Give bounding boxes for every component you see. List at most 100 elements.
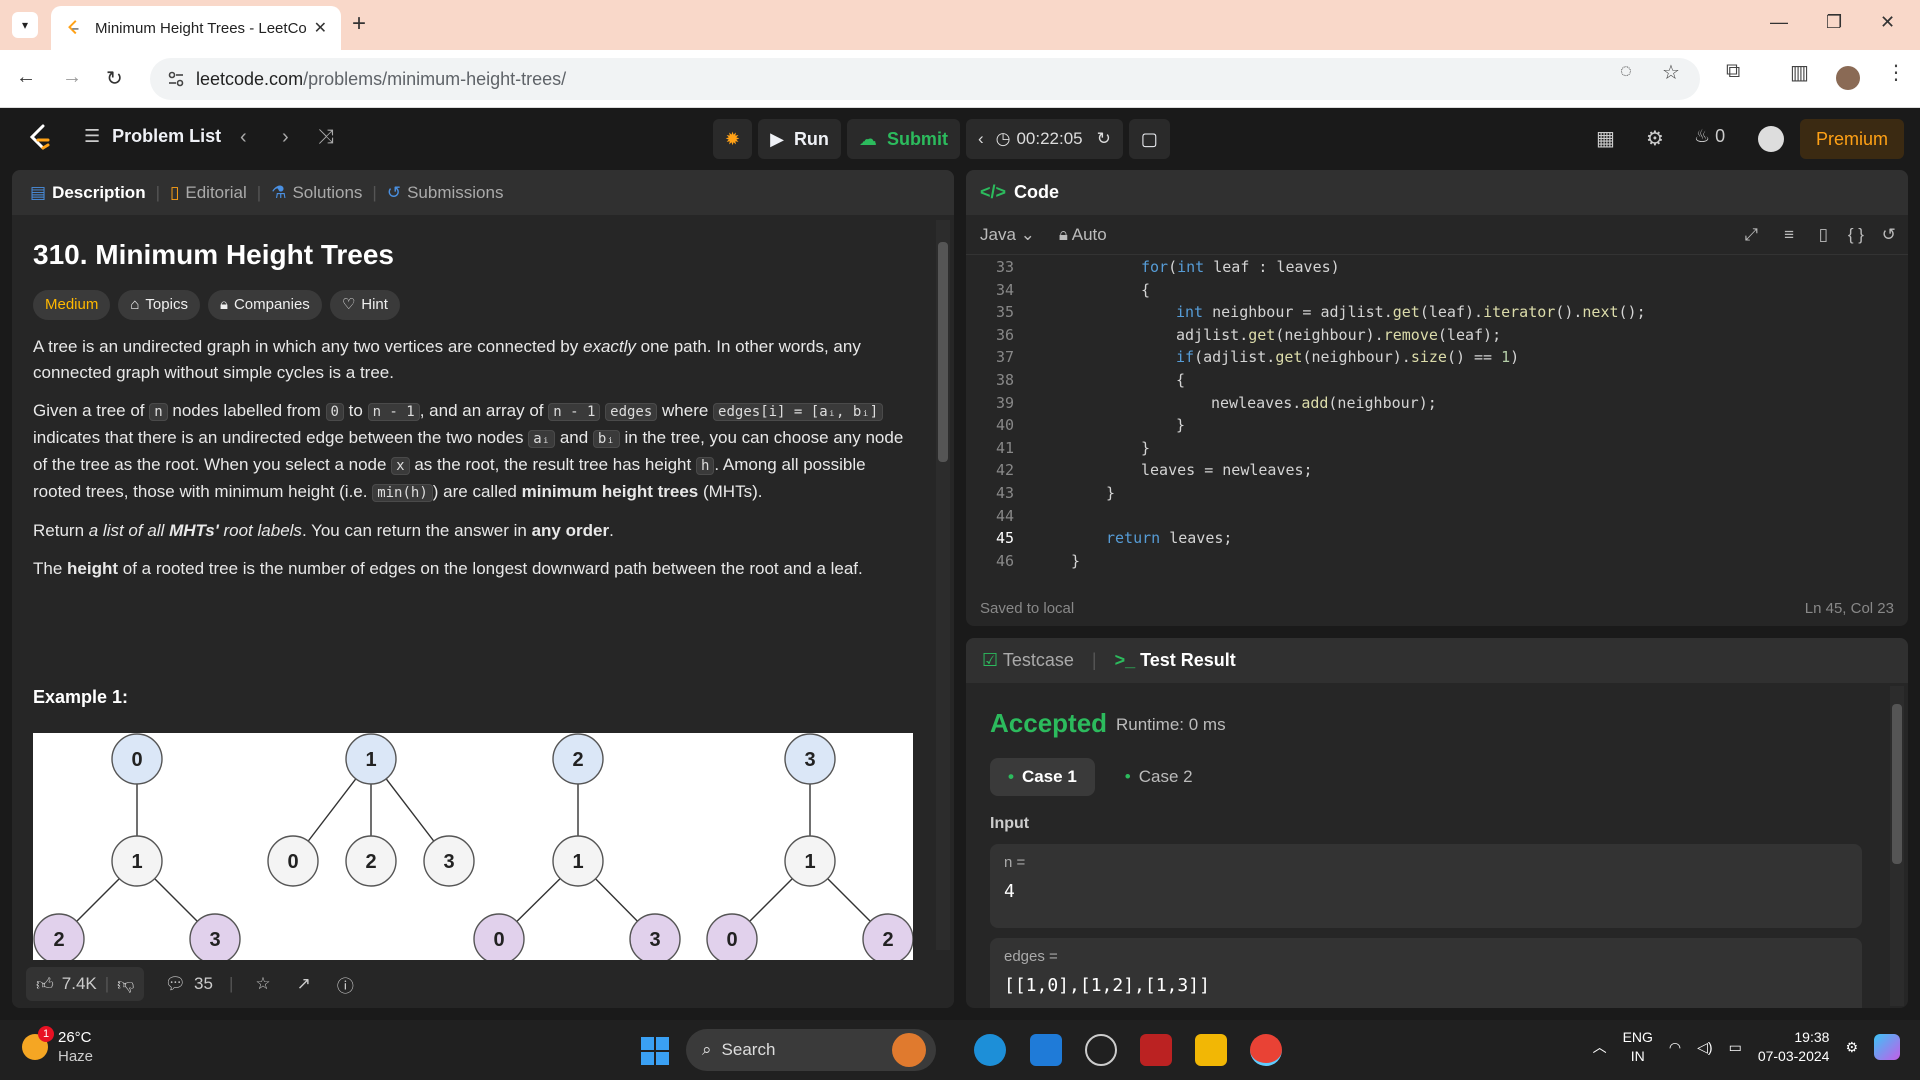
forward-icon[interactable]: → — [62, 66, 82, 89]
thumbs-up-icon: 👍︎ — [36, 974, 54, 994]
scrollbar-thumb[interactable] — [1892, 704, 1902, 864]
code-line[interactable]: 39 newleaves.add(neighbour); — [966, 392, 1906, 414]
problem-list-button[interactable]: ☰ Problem List — [84, 126, 221, 147]
restore-icon[interactable]: ❐ — [1826, 12, 1842, 33]
notes-icon[interactable]: ▢ — [1128, 119, 1170, 159]
code-line[interactable]: 42 leaves = newleaves; — [966, 459, 1906, 481]
file-explorer-icon[interactable] — [1195, 1034, 1227, 1066]
prev-problem-icon[interactable]: ‹ — [240, 126, 247, 149]
notifications-icon[interactable]: ⚙ — [1845, 1039, 1858, 1056]
dell-icon[interactable] — [1085, 1034, 1117, 1066]
timer[interactable]: ‹ ◷ 00:22:05 ↻ — [965, 119, 1123, 159]
code-line[interactable]: 44 — [966, 505, 1906, 527]
case-2-tab[interactable]: • Case 2 — [1107, 758, 1211, 796]
cursor-position: Ln 45, Col 23 — [1804, 599, 1894, 617]
description-scrollbar[interactable] — [936, 220, 950, 950]
comments-button[interactable]: 💬︎ 35 — [164, 974, 213, 994]
mail-icon[interactable] — [1030, 1034, 1062, 1066]
windows-start-icon[interactable] — [640, 1036, 670, 1066]
tab-close-icon[interactable]: ✕ — [314, 18, 327, 38]
tab-submissions[interactable]: ↺ Submissions — [387, 183, 504, 203]
code-line[interactable]: 35 int neighbour = adjlist.get(leaf).iter… — [966, 301, 1906, 323]
reset-icon[interactable]: ↻ — [1097, 129, 1111, 149]
code-line[interactable]: 33 for(int leaf : leaves) — [966, 256, 1906, 278]
companies-chip[interactable]: 🔒︎ Companies — [207, 290, 322, 320]
tab-search-button[interactable]: ▾ — [12, 12, 38, 38]
tab-test-result[interactable]: >_ Test Result — [1115, 650, 1236, 671]
battery-icon[interactable]: ▭ — [1729, 1039, 1742, 1056]
bookmark-star-icon[interactable]: ☆ — [1662, 60, 1680, 85]
format-icon[interactable]: ≡ — [1784, 225, 1794, 245]
case-1-label: Case 1 — [1021, 767, 1077, 786]
close-window-icon[interactable]: ✕ — [1880, 12, 1895, 33]
braces-icon[interactable]: { } — [1848, 225, 1864, 245]
result-scrollbar[interactable] — [1890, 686, 1904, 1006]
auto-mode[interactable]: 🔒︎ Auto — [1059, 225, 1107, 245]
next-problem-icon[interactable]: › — [282, 126, 289, 149]
edge-browser-icon[interactable] — [974, 1034, 1006, 1066]
volume-icon[interactable]: ◁) — [1697, 1039, 1712, 1056]
code-line[interactable]: 41} — [966, 437, 1906, 459]
tab-solutions[interactable]: ⚗ Solutions — [271, 183, 362, 203]
code-editor[interactable]: 33 for(int leaf : leaves) 34 {35 int neighbo… — [966, 256, 1906, 580]
clock[interactable]: 19:38 07-03-2024 — [1758, 1028, 1830, 1066]
tab-description[interactable]: ▤ Description — [30, 183, 146, 203]
weather-widget[interactable]: 1 26°C Haze — [22, 1026, 93, 1066]
code-line[interactable]: 34 { — [966, 279, 1906, 301]
scrollbar-thumb[interactable] — [938, 242, 948, 462]
chrome-taskbar-icon[interactable] — [1250, 1034, 1282, 1066]
leetcode-logo-icon[interactable] — [26, 123, 54, 155]
help-icon[interactable]: ⓘ — [337, 972, 354, 997]
side-panel-icon[interactable]: ▥ — [1790, 60, 1809, 85]
language-indicator[interactable]: ENG IN — [1623, 1028, 1653, 1066]
antivirus-icon[interactable] — [1140, 1034, 1172, 1066]
bookmark-icon[interactable]: ▯ — [1819, 225, 1828, 245]
taskbar-search[interactable]: ⌕ Search — [686, 1029, 936, 1071]
flame-icon: ♨ — [1694, 126, 1711, 146]
user-avatar[interactable] — [1758, 126, 1784, 152]
shuffle-icon[interactable]: ⤨ — [318, 126, 334, 149]
tab-editorial[interactable]: ▯ Editorial — [170, 183, 247, 203]
difficulty-badge[interactable]: Medium — [33, 290, 111, 320]
chrome-menu-icon[interactable]: ⋮ — [1886, 60, 1906, 85]
thumbs-down-icon[interactable]: 👎︎ — [117, 974, 134, 995]
code-line[interactable]: 36 adjlist.get(neighbour).remove(leaf); — [966, 324, 1906, 346]
premium-button[interactable]: Premium — [1799, 119, 1904, 159]
copilot-icon[interactable] — [1874, 1034, 1900, 1060]
case-1-tab[interactable]: • Case 1 — [990, 758, 1095, 796]
run-button[interactable]: ▶ Run — [758, 119, 841, 159]
settings-gear-icon[interactable]: ⚙ — [1646, 126, 1664, 151]
paragraph-3: Return a list of all MHTs' root labels. … — [33, 521, 614, 540]
profile-avatar[interactable] — [1836, 66, 1860, 90]
layout-icon[interactable]: ▦ — [1596, 126, 1615, 151]
minimize-icon[interactable]: — — [1770, 12, 1788, 33]
browser-tab-active[interactable]: Minimum Height Trees - LeetCo ✕ — [51, 6, 341, 50]
code-line[interactable]: 40} — [966, 414, 1906, 436]
expand-icon[interactable]: ⤢ — [1744, 225, 1758, 245]
back-icon[interactable]: ← — [16, 66, 36, 89]
streak-counter[interactable]: ♨ 0 — [1694, 126, 1725, 147]
new-tab-button[interactable]: + — [352, 12, 366, 36]
wifi-icon[interactable]: ◠ — [1669, 1039, 1681, 1056]
submit-button[interactable]: ☁ Submit — [846, 119, 960, 159]
tab-testcase[interactable]: ☑ Testcase — [982, 650, 1074, 671]
share-icon[interactable]: ↗ — [297, 974, 311, 994]
extensions-icon[interactable]: ⧉ — [1726, 60, 1740, 83]
code-line[interactable]: 37 if(adjlist.get(neighbour).size() == 1) — [966, 346, 1906, 368]
url-bar[interactable]: leetcode.com/problems/minimum-height-tre… — [150, 58, 1700, 100]
chevron-up-icon[interactable]: ︿ — [1593, 1037, 1607, 1057]
like-button[interactable]: 👍︎ 7.4K | 👎︎ — [26, 967, 145, 1001]
reset-code-icon[interactable]: ↺ — [1882, 225, 1896, 245]
code-line[interactable]: 45 return leaves; — [966, 527, 1906, 549]
hint-chip[interactable]: ♡ Hint — [329, 290, 400, 320]
debug-icon[interactable]: ✹ — [713, 119, 753, 159]
language-select[interactable]: Java ⌄ — [980, 225, 1035, 245]
code-line[interactable]: 38 { — [966, 369, 1906, 391]
code-line[interactable]: 46} — [966, 550, 1906, 572]
topics-chip[interactable]: ⌂ Topics — [118, 290, 200, 320]
site-info-icon[interactable] — [166, 69, 186, 89]
reload-icon[interactable]: ↻ — [106, 66, 123, 91]
favorite-star-icon[interactable]: ☆ — [255, 974, 270, 994]
eye-off-icon[interactable]: ◌ — [1620, 60, 1632, 83]
code-line[interactable]: 43} — [966, 482, 1906, 504]
